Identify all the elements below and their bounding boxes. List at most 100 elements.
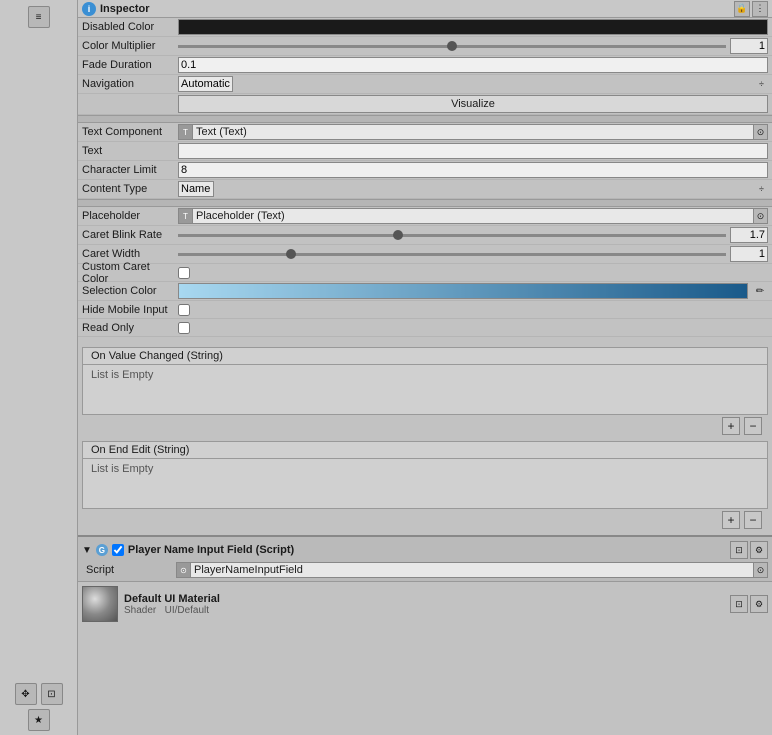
selection-color-row: Selection Color ✏ bbox=[78, 282, 772, 301]
color-multiplier-value bbox=[178, 38, 768, 54]
caret-width-row: Caret Width bbox=[78, 245, 772, 264]
header-lock-btn[interactable]: 🔒 bbox=[734, 1, 750, 17]
script-collapse-btn[interactable]: ▼ bbox=[82, 545, 92, 556]
visualize-value: Visualize bbox=[178, 95, 768, 113]
inspector-title: Inspector bbox=[100, 3, 150, 15]
on-end-edit-section: On End Edit (String) List is Empty + − bbox=[78, 441, 772, 531]
disabled-color-row: Disabled Color bbox=[78, 18, 772, 37]
custom-caret-label: Custom Caret Color bbox=[82, 261, 176, 285]
sidebar-collapse-btn[interactable]: ≡ bbox=[28, 6, 50, 28]
material-title: Default UI Material bbox=[124, 593, 724, 605]
material-subtitle: Shader UI/Default bbox=[124, 605, 724, 616]
script-obj-ref-icon: ⊙ bbox=[177, 563, 191, 577]
placeholder-value: T Placeholder (Text) ⊙ bbox=[178, 208, 768, 224]
fade-duration-label: Fade Duration bbox=[82, 59, 176, 71]
caret-width-input[interactable] bbox=[730, 246, 768, 262]
material-section: Default UI Material Shader UI/Default ⊡ … bbox=[78, 581, 772, 626]
script-obj-ref-text: PlayerNameInputField bbox=[191, 564, 753, 576]
on-end-edit-remove-btn[interactable]: − bbox=[744, 511, 762, 529]
hide-mobile-row: Hide Mobile Input bbox=[78, 301, 772, 319]
on-value-changed-header: On Value Changed (String) bbox=[82, 347, 768, 365]
text-component-ref-icon: T bbox=[179, 125, 193, 139]
text-row: Text bbox=[78, 142, 772, 161]
script-edit-btn[interactable]: ⊡ bbox=[730, 541, 748, 559]
char-limit-input[interactable] bbox=[178, 162, 768, 178]
caret-width-slider[interactable] bbox=[178, 253, 726, 256]
on-end-edit-add-btn[interactable]: + bbox=[722, 511, 740, 529]
material-icons: ⊡ ⚙ bbox=[730, 595, 768, 613]
on-value-changed-add-btn[interactable]: + bbox=[722, 417, 740, 435]
navigation-label: Navigation bbox=[82, 78, 176, 90]
disabled-color-value bbox=[178, 19, 768, 35]
fade-duration-input[interactable] bbox=[178, 57, 768, 73]
caret-blink-input[interactable] bbox=[730, 227, 768, 243]
placeholder-ref: T Placeholder (Text) ⊙ bbox=[178, 208, 768, 224]
placeholder-label: Placeholder bbox=[82, 210, 176, 222]
text-label: Text bbox=[82, 145, 176, 157]
script-enabled-checkbox[interactable] bbox=[112, 544, 124, 556]
custom-caret-row: Custom Caret Color bbox=[78, 264, 772, 282]
script-prop-row: Script ⊙ PlayerNameInputField ⊙ bbox=[82, 561, 768, 579]
navigation-select-wrapper: Automatic bbox=[178, 76, 768, 92]
placeholder-ref-btn[interactable]: ⊙ bbox=[753, 209, 767, 223]
material-preview bbox=[82, 586, 118, 622]
placeholder-ref-icon: T bbox=[179, 209, 193, 223]
navigation-value: Automatic bbox=[178, 76, 768, 92]
char-limit-row: Character Limit bbox=[78, 161, 772, 180]
sidebar-bottom: ✥ ⊡ ★ bbox=[0, 679, 77, 735]
read-only-checkbox[interactable] bbox=[178, 322, 190, 334]
caret-width-slider-container bbox=[178, 246, 768, 262]
sidebar-icons: ≡ bbox=[0, 4, 77, 30]
visualize-row: Visualize bbox=[78, 94, 772, 115]
selection-color-label: Selection Color bbox=[82, 285, 176, 297]
caret-width-label: Caret Width bbox=[82, 248, 176, 260]
content-type-value: Name bbox=[178, 181, 768, 197]
inspector-header: i Inspector 🔒 ⋮ bbox=[78, 0, 772, 18]
on-value-changed-footer: + − bbox=[82, 415, 768, 437]
custom-caret-checkbox[interactable] bbox=[178, 267, 190, 279]
selection-color-swatch[interactable] bbox=[178, 283, 748, 299]
material-edit-btn[interactable]: ⊡ bbox=[730, 595, 748, 613]
section-separator-2 bbox=[78, 199, 772, 207]
text-component-label: Text Component bbox=[82, 126, 176, 138]
visualize-button[interactable]: Visualize bbox=[178, 95, 768, 113]
color-multiplier-row: Color Multiplier bbox=[78, 37, 772, 56]
read-only-label: Read Only bbox=[82, 322, 176, 334]
caret-blink-slider-container bbox=[178, 227, 768, 243]
hide-mobile-value bbox=[178, 304, 768, 316]
selection-color-edit-btn[interactable]: ✏ bbox=[752, 283, 768, 299]
content-type-row: Content Type Name bbox=[78, 180, 772, 199]
text-input[interactable] bbox=[178, 143, 768, 159]
on-value-changed-empty: List is Empty bbox=[91, 369, 153, 381]
shader-label: Shader bbox=[124, 605, 156, 616]
hide-mobile-checkbox[interactable] bbox=[178, 304, 190, 316]
script-menu-btn[interactable]: ⚙ bbox=[750, 541, 768, 559]
inspector-main: i Inspector 🔒 ⋮ Disabled Color Color Mul… bbox=[78, 0, 772, 735]
script-obj-ref-btn[interactable]: ⊙ bbox=[753, 563, 767, 577]
content-type-select[interactable]: Name bbox=[178, 181, 214, 197]
on-value-changed-remove-btn[interactable]: − bbox=[744, 417, 762, 435]
color-multiplier-slider[interactable] bbox=[178, 45, 726, 48]
text-component-ref-text: Text (Text) bbox=[193, 126, 753, 138]
on-value-changed-body: List is Empty bbox=[82, 365, 768, 415]
section-separator-1 bbox=[78, 115, 772, 123]
sidebar-move-btn[interactable]: ✥ bbox=[15, 683, 37, 705]
material-info: Default UI Material Shader UI/Default bbox=[124, 593, 724, 616]
script-header-icon: G bbox=[96, 544, 108, 556]
color-multiplier-input[interactable] bbox=[730, 38, 768, 54]
script-prop-value: ⊙ PlayerNameInputField ⊙ bbox=[176, 562, 768, 578]
script-obj-ref: ⊙ PlayerNameInputField ⊙ bbox=[176, 562, 768, 578]
sidebar-scene-btn[interactable]: ⊡ bbox=[41, 683, 63, 705]
caret-blink-slider[interactable] bbox=[178, 234, 726, 237]
header-menu-btn[interactable]: ⋮ bbox=[752, 1, 768, 17]
navigation-row: Navigation Automatic bbox=[78, 75, 772, 94]
text-component-value: T Text (Text) ⊙ bbox=[178, 124, 768, 140]
text-component-ref-btn[interactable]: ⊙ bbox=[753, 125, 767, 139]
disabled-color-swatch[interactable] bbox=[178, 19, 768, 35]
char-limit-value bbox=[178, 162, 768, 178]
navigation-select[interactable]: Automatic bbox=[178, 76, 233, 92]
color-multiplier-slider-container bbox=[178, 38, 768, 54]
material-menu-btn[interactable]: ⚙ bbox=[750, 595, 768, 613]
caret-width-value bbox=[178, 246, 768, 262]
sidebar-star-btn[interactable]: ★ bbox=[28, 709, 50, 731]
